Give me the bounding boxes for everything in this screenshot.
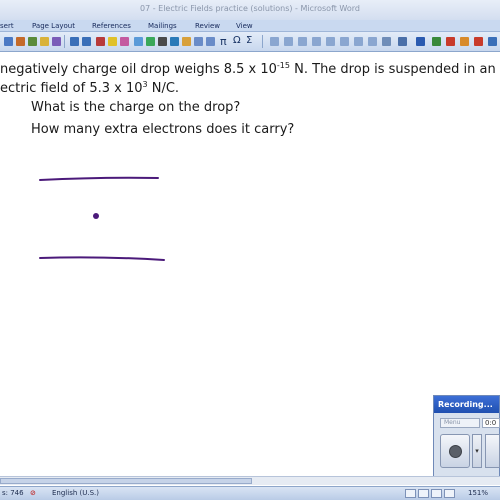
paste-icon[interactable] bbox=[52, 37, 61, 46]
highlighter-icon[interactable] bbox=[108, 37, 117, 46]
ungroup-icon[interactable] bbox=[312, 37, 321, 46]
tab-review[interactable]: Review bbox=[195, 20, 220, 32]
tab-insert[interactable]: sert bbox=[0, 20, 14, 32]
tab-mailings[interactable]: Mailings bbox=[148, 20, 177, 32]
upper-plate-line bbox=[39, 176, 159, 181]
window-title: 07 - Electric Fields practice (solutions… bbox=[140, 4, 360, 13]
full-screen-icon[interactable] bbox=[418, 489, 429, 498]
image-icon[interactable] bbox=[146, 37, 155, 46]
redo-icon[interactable] bbox=[82, 37, 91, 46]
copy-icon[interactable] bbox=[40, 37, 49, 46]
more-icon[interactable] bbox=[488, 37, 497, 46]
tab-references[interactable]: References bbox=[92, 20, 131, 32]
chart-icon[interactable] bbox=[182, 37, 191, 46]
flip-icon[interactable] bbox=[340, 37, 349, 46]
zoom-level[interactable]: 151% bbox=[468, 487, 488, 500]
arrow-left-icon[interactable] bbox=[416, 37, 425, 46]
stop-icon[interactable] bbox=[446, 37, 455, 46]
order-icon[interactable] bbox=[354, 37, 363, 46]
omega-icon[interactable]: Ω bbox=[233, 35, 241, 46]
pen-icon[interactable] bbox=[96, 37, 105, 46]
bars-icon[interactable] bbox=[398, 37, 407, 46]
print-layout-icon[interactable] bbox=[405, 489, 416, 498]
draw-icon[interactable] bbox=[206, 37, 215, 46]
record-icon[interactable] bbox=[474, 37, 483, 46]
lower-plate-line bbox=[39, 256, 165, 261]
recording-menu-select[interactable]: Menu bbox=[440, 418, 480, 428]
record-button[interactable] bbox=[440, 434, 470, 468]
word-count[interactable]: s: 746 bbox=[2, 487, 24, 500]
ribbon-tabs: sert Page Layout References Mailings Rev… bbox=[0, 20, 500, 32]
grid-icon[interactable] bbox=[368, 37, 377, 46]
shapes-icon[interactable] bbox=[170, 37, 179, 46]
title-bar: 07 - Electric Fields practice (solutions… bbox=[0, 0, 500, 20]
camera-icon[interactable] bbox=[460, 37, 469, 46]
undo-icon[interactable] bbox=[70, 37, 79, 46]
symbol-pi-icon[interactable]: π bbox=[220, 35, 227, 48]
sigma-icon[interactable]: Σ bbox=[246, 35, 252, 46]
check-icon[interactable] bbox=[432, 37, 441, 46]
eraser-icon[interactable] bbox=[120, 37, 129, 46]
toolbar-divider bbox=[64, 35, 65, 48]
proofing-icon[interactable]: ⊘ bbox=[30, 487, 36, 500]
open-icon[interactable] bbox=[16, 37, 25, 46]
table-icon[interactable] bbox=[194, 37, 203, 46]
insert-icon[interactable] bbox=[134, 37, 143, 46]
rotate-icon[interactable] bbox=[326, 37, 335, 46]
scrollbar-thumb[interactable] bbox=[0, 478, 252, 484]
ink-drawing bbox=[39, 176, 165, 261]
document-page[interactable]: negatively charge oil drop weighs 8.5 x … bbox=[0, 53, 500, 471]
print-icon[interactable] bbox=[28, 37, 37, 46]
link-icon[interactable] bbox=[158, 37, 167, 46]
group-icon[interactable] bbox=[298, 37, 307, 46]
tab-page-layout[interactable]: Page Layout bbox=[32, 20, 75, 32]
outline-icon[interactable] bbox=[444, 489, 455, 498]
record-options-dropdown[interactable]: ▾ bbox=[472, 434, 482, 468]
select-icon[interactable] bbox=[270, 37, 279, 46]
pause-button[interactable] bbox=[485, 434, 500, 468]
ruler-icon[interactable] bbox=[382, 37, 391, 46]
save-icon[interactable] bbox=[4, 37, 13, 46]
language-indicator[interactable]: English (U.S.) bbox=[52, 487, 99, 500]
status-bar: s: 746 ⊘ English (U.S.) 151% bbox=[0, 486, 500, 500]
recording-timer: 0:0 bbox=[482, 418, 500, 428]
align-icon[interactable] bbox=[284, 37, 293, 46]
oil-drop-dot bbox=[93, 213, 99, 219]
web-layout-icon[interactable] bbox=[431, 489, 442, 498]
horizontal-scrollbar[interactable] bbox=[0, 476, 500, 485]
recording-widget[interactable]: Recording... Menu 0:0 ▾ bbox=[433, 395, 500, 477]
toolbar-divider bbox=[262, 35, 263, 48]
tab-view[interactable]: View bbox=[236, 20, 253, 32]
recording-title: Recording... bbox=[434, 396, 499, 413]
quick-toolbar: π Ω Σ bbox=[0, 32, 500, 52]
record-icon bbox=[449, 445, 462, 458]
